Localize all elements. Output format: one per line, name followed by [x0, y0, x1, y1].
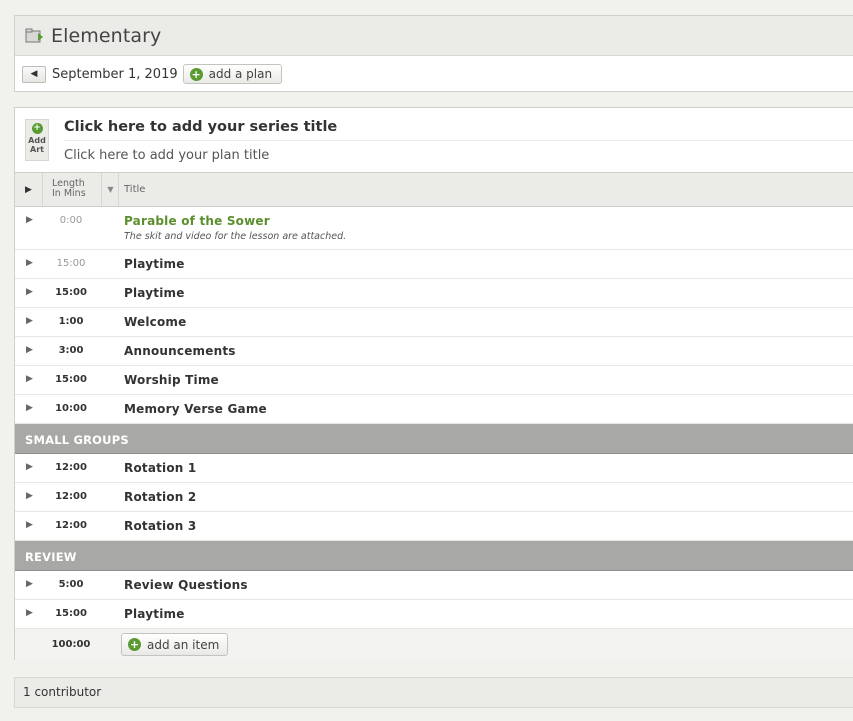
plus-circle-icon: + [31, 123, 43, 134]
item-title[interactable]: Memory Verse Game [124, 402, 267, 416]
plan-item-row[interactable]: ▶ 3:00 Announcements [15, 337, 853, 366]
folder-icon [25, 28, 45, 44]
plan-item-row[interactable]: ▶ 1:00 Welcome [15, 308, 853, 337]
item-length[interactable]: 3:00 [43, 345, 99, 356]
item-length[interactable]: 1:00 [43, 316, 99, 327]
item-title[interactable]: Welcome [124, 315, 186, 329]
plan-item-row[interactable]: ▶ 15:00 Playtime [15, 250, 853, 279]
sort-dropdown-icon[interactable]: ▼ [101, 173, 119, 206]
length-header-line2: In Mins [52, 188, 86, 199]
add-plan-label: add a plan [208, 67, 273, 81]
item-length[interactable]: 5:00 [43, 579, 99, 590]
add-plan-button[interactable]: + add a plan [182, 64, 283, 84]
add-art-label-2: Art [30, 145, 44, 154]
expand-row-icon[interactable]: ▶ [26, 491, 33, 501]
expand-row-icon[interactable]: ▶ [26, 520, 33, 530]
item-note: The skit and video for the lesson are at… [124, 231, 347, 242]
add-art-label-1: Add [28, 136, 46, 145]
plan-title-field[interactable]: Click here to add your plan title [64, 148, 269, 163]
service-type-title: Elementary [51, 24, 162, 47]
plan-item-row[interactable]: ▶ 15:00 Worship Time [15, 366, 853, 395]
header-title-bar: Elementary [15, 16, 853, 56]
add-art-button[interactable]: + Add Art [25, 119, 49, 161]
plan-item-row[interactable]: ▶ 12:00 Rotation 1 [15, 454, 853, 483]
plan-item-row[interactable]: ▶ 12:00 Rotation 2 [15, 483, 853, 512]
series-title-field[interactable]: Click here to add your series title [64, 119, 337, 135]
contributors-count[interactable]: 1 contributor [23, 685, 101, 699]
item-length[interactable]: 15:00 [43, 287, 99, 298]
plan-panel: + Add Art Click here to add your series … [14, 107, 853, 660]
expand-row-icon[interactable]: ▶ [26, 608, 33, 618]
date-bar: ◀ September 1, 2019 + add a plan [15, 56, 853, 92]
plan-item-row[interactable]: ▶ 12:00 Rotation 3 [15, 512, 853, 541]
title-column-header: Title [124, 184, 146, 195]
expand-row-icon[interactable]: ▶ [26, 316, 33, 326]
plan-date[interactable]: September 1, 2019 [52, 67, 178, 82]
item-title[interactable]: Rotation 1 [124, 461, 196, 475]
item-length[interactable]: 10:00 [43, 403, 99, 414]
plan-item-row[interactable]: ▶ 15:00 Playtime [15, 279, 853, 308]
item-title[interactable]: Worship Time [124, 373, 219, 387]
item-length[interactable]: 15:00 [43, 608, 99, 619]
expand-row-icon[interactable]: ▶ [26, 345, 33, 355]
plan-item-row[interactable]: ▶ 15:00 Playtime [15, 600, 853, 629]
add-item-button[interactable]: + add an item [121, 633, 229, 656]
item-title[interactable]: Rotation 2 [124, 490, 196, 504]
item-title[interactable]: Playtime [124, 607, 185, 621]
plan-item-row[interactable]: ▶ 10:00 Memory Verse Game [15, 395, 853, 424]
plan-footer: 100:00 + add an item [15, 629, 853, 660]
plan-item-row[interactable]: ▶ 0:00 Parable of the Sower The skit and… [15, 207, 853, 250]
add-item-label: add an item [147, 637, 220, 652]
expand-row-icon[interactable]: ▶ [26, 462, 33, 472]
item-length[interactable]: 0:00 [43, 215, 99, 226]
expand-row-icon[interactable]: ▶ [26, 258, 33, 268]
previous-date-button[interactable]: ◀ [22, 65, 46, 83]
item-title[interactable]: Playtime [124, 257, 185, 271]
item-title[interactable]: Playtime [124, 286, 185, 300]
expand-row-icon[interactable]: ▶ [26, 215, 33, 225]
divider [64, 140, 853, 141]
item-length[interactable]: 15:00 [43, 258, 99, 269]
plus-circle-icon: + [128, 638, 141, 651]
plan-item-row[interactable]: ▶ 5:00 Review Questions [15, 571, 853, 600]
item-length[interactable]: 12:00 [43, 462, 99, 473]
expand-row-icon[interactable]: ▶ [26, 374, 33, 384]
section-header-review[interactable]: REVIEW [15, 541, 853, 571]
contributors-bar[interactable]: 1 contributor [14, 677, 853, 708]
total-length: 100:00 [51, 639, 91, 650]
item-title[interactable]: Rotation 3 [124, 519, 196, 533]
expand-row-icon[interactable]: ▶ [26, 579, 33, 589]
item-length[interactable]: 12:00 [43, 491, 99, 502]
column-header: ▶ Length In Mins ▼ Title [15, 173, 853, 207]
item-title[interactable]: Parable of the Sower [124, 214, 270, 228]
expand-row-icon[interactable]: ▶ [26, 287, 33, 297]
plan-header: Elementary ◀ September 1, 2019 + add a p… [14, 15, 853, 92]
expand-row-icon[interactable]: ▶ [26, 403, 33, 413]
item-title[interactable]: Announcements [124, 344, 236, 358]
plan-heading: + Add Art Click here to add your series … [15, 108, 853, 173]
section-header-small-groups[interactable]: SMALL GROUPS [15, 424, 853, 454]
item-length[interactable]: 12:00 [43, 520, 99, 531]
plus-circle-icon: + [189, 67, 203, 81]
length-column-header: Length In Mins ▼ [43, 173, 119, 206]
item-length[interactable]: 15:00 [43, 374, 99, 385]
item-title[interactable]: Review Questions [124, 578, 248, 592]
expand-all-toggle[interactable]: ▶ [15, 173, 43, 206]
